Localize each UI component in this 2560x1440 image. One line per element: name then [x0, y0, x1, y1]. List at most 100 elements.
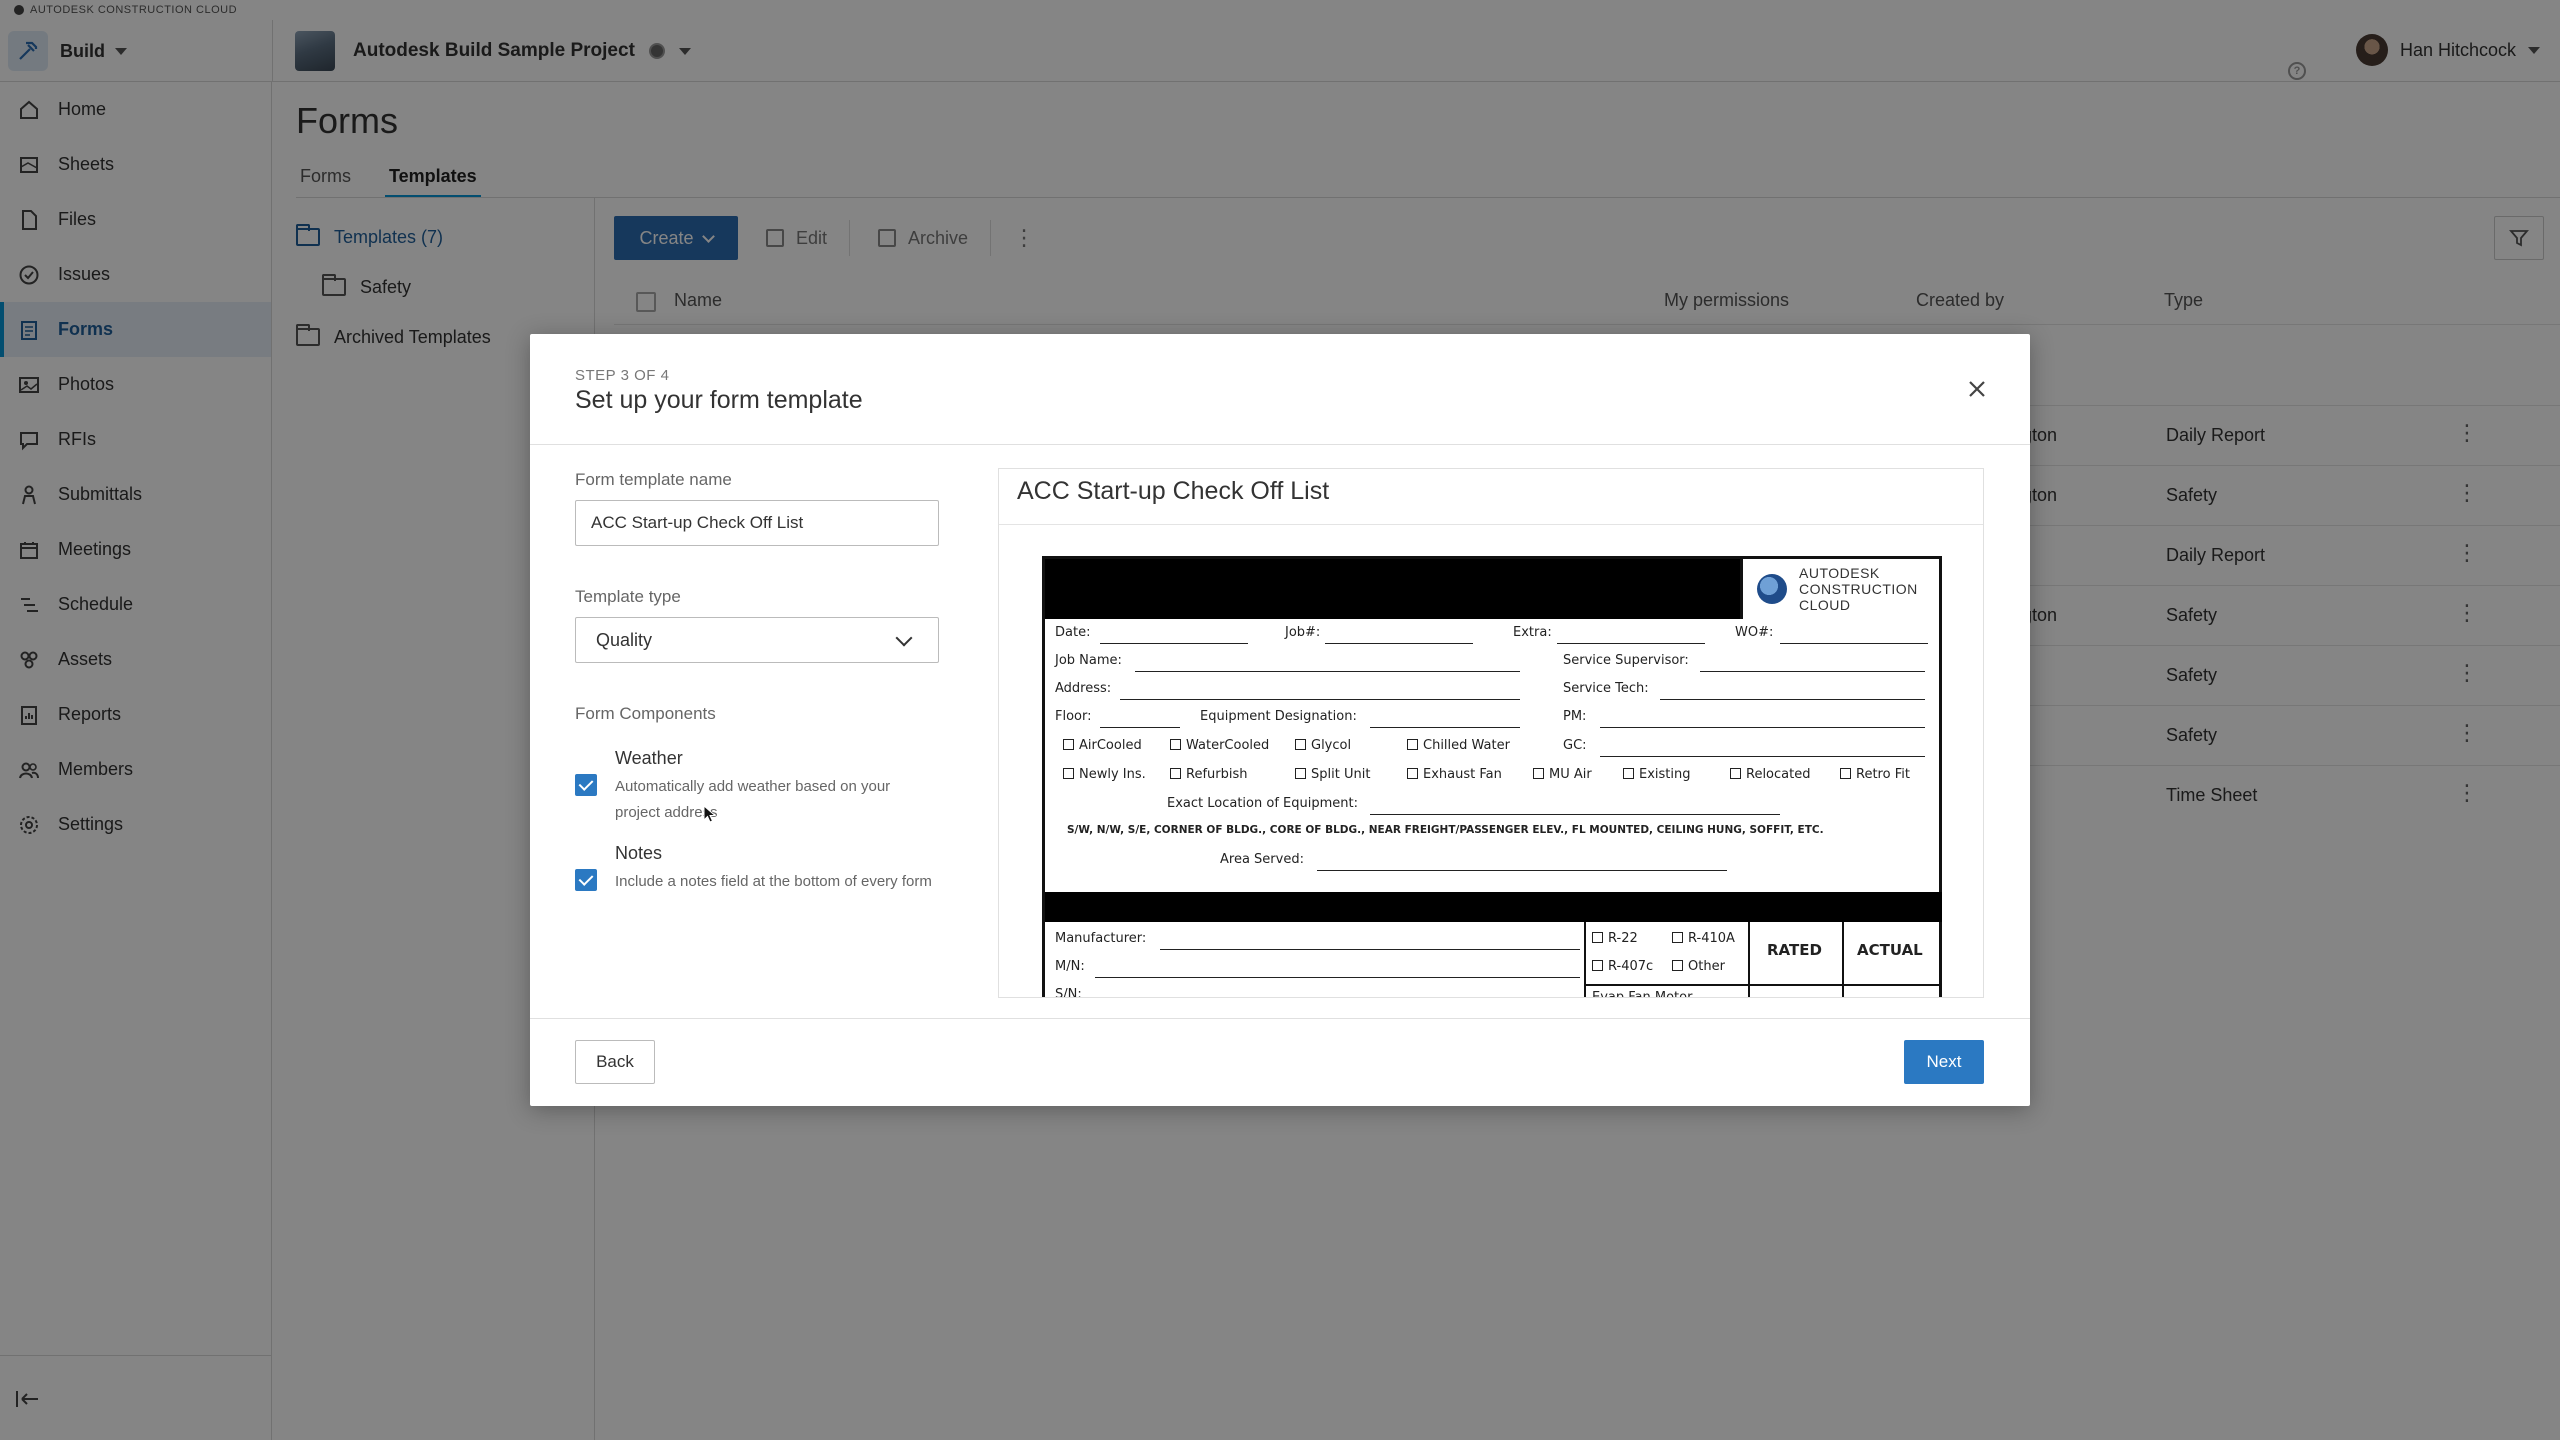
doc-option-aircooled: AirCooled: [1063, 738, 1142, 753]
doc-checkbox: [1730, 768, 1741, 779]
template-name-label: Form template name: [575, 470, 732, 489]
doc-pm-label: PM:: [1563, 709, 1587, 724]
doc-r410a: R-410A: [1672, 931, 1735, 946]
form-components-label: Form Components: [575, 704, 716, 723]
doc-option-label: Existing: [1639, 767, 1691, 782]
document-section-bar: [1045, 892, 1942, 922]
doc-checkbox: [1170, 739, 1181, 750]
notes-title: Notes: [615, 843, 663, 863]
doc-option-label: Relocated: [1746, 767, 1811, 782]
doc-checkbox: [1672, 960, 1683, 971]
doc-option-label: AirCooled: [1079, 738, 1142, 753]
preview-title: ACC Start-up Check Off List: [1017, 477, 1330, 505]
weather-checkbox[interactable]: [575, 774, 597, 796]
doc-underline: [1120, 699, 1520, 700]
doc-wo-label: WO#:: [1735, 625, 1774, 640]
chevron-down-icon: [895, 629, 913, 647]
doc-option-retro-fit: Retro Fit: [1840, 767, 1910, 782]
doc-rated-header: RATED: [1767, 941, 1822, 959]
doc-cell-border: [1584, 922, 1586, 997]
doc-floor-label: Floor:: [1055, 709, 1092, 724]
doc-checkbox: [1170, 768, 1181, 779]
doc-option-label: WaterCooled: [1186, 738, 1270, 753]
doc-mn-label: M/N:: [1055, 959, 1085, 974]
doc-option-label: Exhaust Fan: [1423, 767, 1502, 782]
doc-actual-header: ACTUAL: [1857, 941, 1923, 959]
template-name-input[interactable]: [575, 500, 939, 546]
doc-manufacturer-label: Manufacturer:: [1055, 931, 1147, 946]
doc-underline: [1100, 727, 1180, 728]
doc-option-label: Newly Ins.: [1079, 767, 1146, 782]
doc-underline: [1325, 643, 1473, 644]
doc-cell-border: [1842, 922, 1844, 997]
doc-option-label: Other: [1688, 959, 1725, 974]
doc-checkbox: [1407, 739, 1418, 750]
template-preview[interactable]: ACC Start-up Check Off List AUTODESK CON…: [998, 468, 1984, 998]
setup-template-dialog: STEP 3 OF 4 Set up your form template Fo…: [530, 334, 2030, 1106]
close-icon[interactable]: [1962, 374, 1992, 404]
doc-checkbox: [1672, 932, 1683, 943]
weather-description: Automatically add weather based on your …: [615, 778, 891, 821]
doc-cell-border: [1748, 922, 1750, 997]
dialog-title: Set up your form template: [575, 386, 863, 414]
autodesk-logo-icon: [1757, 574, 1787, 604]
doc-option-chilled-water: Chilled Water: [1407, 738, 1510, 753]
doc-option-label: Chilled Water: [1423, 738, 1510, 753]
doc-r407c: R-407c: [1592, 959, 1653, 974]
notes-checkbox[interactable]: [575, 869, 597, 891]
doc-extra-label: Extra:: [1513, 625, 1552, 640]
preview-document: AUTODESK CONSTRUCTION CLOUD Date: Job#: …: [1042, 556, 1942, 998]
doc-option-watercooled: WaterCooled: [1170, 738, 1269, 753]
doc-checkbox: [1063, 739, 1074, 750]
doc-option-newly: Newly Ins.: [1063, 767, 1146, 782]
doc-option-label: Split Unit: [1311, 767, 1371, 782]
doc-gc-label: GC:: [1563, 738, 1587, 753]
doc-underline: [1780, 643, 1928, 644]
preview-divider: [999, 524, 1983, 525]
doc-checkbox: [1840, 768, 1851, 779]
doc-sn-label: S/N:: [1055, 987, 1082, 998]
doc-job-name-label: Job Name:: [1055, 653, 1122, 668]
template-type-select[interactable]: Quality: [575, 617, 939, 663]
notes-description: Include a notes field at the bottom of e…: [615, 873, 932, 890]
doc-exact-location-label: Exact Location of Equipment:: [1167, 796, 1358, 811]
back-button[interactable]: Back: [575, 1040, 655, 1084]
doc-option-label: Retro Fit: [1856, 767, 1910, 782]
doc-area-served-label: Area Served:: [1220, 852, 1304, 867]
doc-job-label: Job#:: [1285, 625, 1321, 640]
document-header-bar: [1045, 559, 1740, 619]
doc-option-relocated: Relocated: [1730, 767, 1810, 782]
doc-underline: [1557, 643, 1705, 644]
doc-option-label: Refurbish: [1186, 767, 1248, 782]
logo-line-1: AUTODESK: [1799, 565, 1880, 581]
logo-line-2: CONSTRUCTION: [1799, 581, 1918, 597]
doc-underline: [1660, 699, 1925, 700]
doc-other: Other: [1672, 959, 1725, 974]
doc-option-existing: Existing: [1623, 767, 1691, 782]
dialog-footer-divider: [530, 1018, 2030, 1019]
doc-option-mu-air: MU Air: [1533, 767, 1592, 782]
template-type-value: Quality: [596, 630, 653, 650]
doc-option-label: R-407c: [1608, 959, 1654, 974]
doc-underline: [1160, 949, 1580, 950]
step-indicator: STEP 3 OF 4: [575, 367, 670, 384]
doc-equipment-designation-label: Equipment Designation:: [1200, 709, 1357, 724]
doc-checkbox: [1295, 739, 1306, 750]
doc-underline: [1317, 870, 1727, 871]
doc-underline: [1135, 671, 1520, 672]
next-button[interactable]: Next: [1904, 1040, 1984, 1084]
doc-location-hint: S/W, N/W, S/E, CORNER OF BLDG., CORE OF …: [1067, 824, 1824, 836]
dialog-header-divider: [530, 444, 2030, 445]
doc-checkbox: [1533, 768, 1544, 779]
document-logo: AUTODESK CONSTRUCTION CLOUD: [1740, 559, 1942, 619]
doc-option-split-unit: Split Unit: [1295, 767, 1370, 782]
doc-option-label: Glycol: [1311, 738, 1352, 753]
doc-evap-fan-label: Evap Fan Motor: [1592, 990, 1693, 998]
doc-underline: [1600, 756, 1925, 757]
template-type-label: Template type: [575, 587, 681, 606]
doc-checkbox: [1592, 932, 1603, 943]
doc-underline: [1600, 727, 1925, 728]
doc-option-label: R-22: [1608, 931, 1638, 946]
weather-title: Weather: [615, 748, 683, 768]
doc-checkbox: [1592, 960, 1603, 971]
